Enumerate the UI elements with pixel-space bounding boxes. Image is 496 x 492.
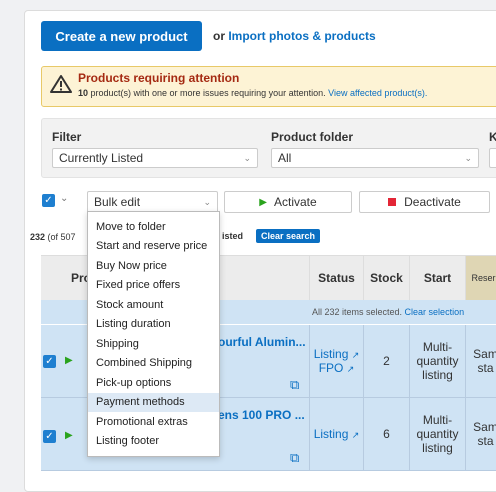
filter-panel: Filter Currently Listed ⌄ Product folder…: [41, 118, 496, 178]
status-fpo-link[interactable]: FPO ↗: [319, 361, 355, 375]
menu-item-listing-footer[interactable]: Listing footer: [88, 432, 219, 452]
header-checkbox-col: [41, 256, 67, 300]
row-checkbox[interactable]: ✓: [43, 430, 56, 443]
header-reserve[interactable]: Reser: [465, 256, 496, 300]
bulk-edit-menu: Move to folder Start and reserve price B…: [87, 211, 220, 457]
clear-selection-link[interactable]: Clear selection: [405, 307, 465, 317]
play-icon: ▶: [65, 355, 73, 366]
clear-search-button[interactable]: Clear search: [256, 229, 321, 243]
header-start[interactable]: Start: [409, 256, 465, 300]
menu-item-start-reserve-price[interactable]: Start and reserve price: [88, 237, 219, 257]
reserve-cell: Sam sta: [465, 398, 496, 470]
menu-item-shipping[interactable]: Shipping: [88, 334, 219, 354]
stop-icon: [388, 198, 397, 206]
activate-button[interactable]: ▶ Activate: [224, 191, 352, 213]
status-cell: Listing ↗: [309, 398, 363, 470]
external-link-icon: ↗: [346, 364, 355, 374]
deactivate-button[interactable]: Deactivate: [359, 191, 490, 213]
filter-select-value: Currently Listed: [59, 151, 144, 165]
bulk-edit-select[interactable]: Bulk edit ⌄: [87, 191, 218, 213]
chevron-down-icon: ⌄: [243, 153, 251, 163]
header-status[interactable]: Status: [309, 256, 363, 300]
warning-icon: [50, 75, 72, 93]
row-checkbox[interactable]: ✓: [43, 355, 56, 368]
copy-icon[interactable]: ⧉: [290, 450, 299, 466]
product-folder-label: Product folder: [271, 130, 354, 144]
activate-label: Activate: [274, 195, 317, 209]
reserve-cell: Sam sta: [465, 325, 496, 397]
third-filter-label: K: [489, 130, 496, 144]
alert-count: 10: [78, 88, 89, 98]
alert-desc-text: product(s) with one or more issues requi…: [88, 88, 329, 98]
selection-status: All 232 items selected. Clear selection: [312, 307, 464, 317]
import-line: or Import photos & products: [213, 29, 376, 43]
start-cell: Multi-quantity listing: [409, 325, 465, 397]
selection-text: All 232 items selected.: [312, 307, 405, 317]
attention-alert: Products requiring attention 10 product(…: [41, 66, 496, 107]
bulk-edit-label: Bulk edit: [94, 195, 141, 209]
results-listed-text: isted: [222, 231, 244, 241]
view-affected-link[interactable]: View affected product(s).: [328, 88, 427, 98]
chevron-down-icon: ⌄: [203, 197, 211, 207]
status-cell: Listing ↗ FPO ↗: [309, 325, 363, 397]
results-of-text: (of 507: [47, 232, 76, 242]
header-stock[interactable]: Stock: [363, 256, 409, 300]
product-title-link[interactable]: ens 100 PRO ...: [218, 408, 305, 422]
status-listing-text: Listing: [313, 427, 349, 441]
menu-item-pickup-options[interactable]: Pick-up options: [88, 373, 219, 393]
alert-title: Products requiring attention: [78, 71, 240, 85]
stock-cell: 2: [363, 325, 409, 397]
product-title-link[interactable]: ourful Alumin...: [218, 335, 306, 349]
external-link-icon: ↗: [351, 350, 360, 360]
select-all-chevron-icon[interactable]: ⌄: [60, 193, 68, 204]
filter-label: Filter: [52, 130, 82, 144]
create-product-button[interactable]: Create a new product: [41, 21, 202, 51]
menu-item-combined-shipping[interactable]: Combined Shipping: [88, 354, 219, 374]
alert-description: 10 product(s) with one or more issues re…: [78, 88, 427, 98]
external-link-icon: ↗: [351, 430, 360, 440]
filter-select[interactable]: Currently Listed ⌄: [52, 148, 258, 168]
select-all-checkbox[interactable]: ✓: [42, 194, 55, 207]
status-fpo-text: FPO: [318, 361, 344, 375]
results-count: 232 (of 507: [30, 232, 76, 242]
deactivate-label: Deactivate: [404, 195, 461, 209]
play-icon: ▶: [65, 430, 73, 441]
product-folder-select[interactable]: All ⌄: [271, 148, 479, 168]
or-text: or: [213, 29, 225, 43]
copy-icon[interactable]: ⧉: [290, 377, 299, 393]
stock-cell: 6: [363, 398, 409, 470]
status-listing-link[interactable]: Listing ↗: [314, 427, 360, 441]
menu-item-payment-methods[interactable]: Payment methods: [88, 392, 219, 412]
menu-item-listing-duration[interactable]: Listing duration: [88, 315, 219, 335]
menu-item-move-to-folder[interactable]: Move to folder: [88, 217, 219, 237]
import-photos-link[interactable]: Import photos & products: [228, 29, 375, 43]
status-listing-text: Listing: [313, 347, 349, 361]
menu-item-buy-now-price[interactable]: Buy Now price: [88, 256, 219, 276]
product-folder-value: All: [278, 151, 292, 165]
menu-item-promotional-extras[interactable]: Promotional extras: [88, 412, 219, 432]
menu-item-fixed-price-offers[interactable]: Fixed price offers: [88, 276, 219, 296]
start-cell: Multi-quantity listing: [409, 398, 465, 470]
status-listing-link[interactable]: Listing ↗: [314, 347, 360, 361]
chevron-down-icon: ⌄: [464, 153, 472, 163]
menu-item-stock-amount[interactable]: Stock amount: [88, 295, 219, 315]
third-filter-select[interactable]: (: [489, 148, 496, 168]
play-icon: ▶: [259, 196, 267, 208]
results-number: 232: [30, 232, 46, 242]
